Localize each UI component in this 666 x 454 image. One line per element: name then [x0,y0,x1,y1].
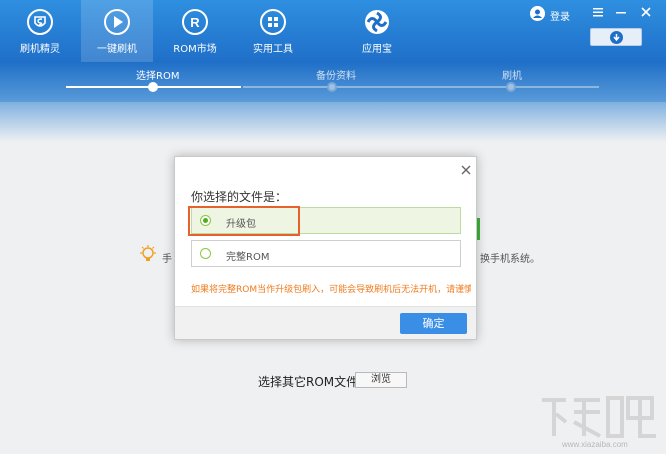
nav-label: 应用宝 [362,44,392,55]
highlight-annotation [188,206,300,236]
confirm-button[interactable]: 确定 [400,313,467,334]
step-label-backup: 备份资料 [316,71,356,82]
shield-s-icon [27,9,53,35]
warning-text: 如果将完整ROM当作升级包刷入，可能会导致刷机后无法开机，请谨慎选择 [191,285,471,295]
nav-item-utilities[interactable]: 实用工具 [237,0,309,62]
nav-label: 刷机精灵 [20,44,60,55]
play-icon [104,9,130,35]
file-type-dialog: 你选择的文件是： 升级包 完整ROM 如果将完整ROM当作升级包刷入，可能会导致… [174,156,477,340]
lightbulb-icon [140,245,156,261]
dialog-close-icon[interactable] [460,164,472,176]
step-label-select-rom: 选择ROM [136,71,180,82]
minimize-icon[interactable] [612,3,630,21]
tip-text-left: 手 [162,254,172,265]
dialog-footer: 确定 [175,306,476,339]
close-icon[interactable] [637,3,655,21]
svg-text:R: R [190,15,200,30]
step-dot-current [148,82,158,92]
tip-text-right: 换手机系统。 [480,254,540,265]
app-store-icon [365,10,389,34]
nav-item-one-click-flash[interactable]: 一键刷机 [81,0,153,62]
step-dot [327,82,337,92]
nav-item-app-store[interactable]: 应用宝 [341,0,413,62]
step-label-flash: 刷机 [502,71,522,82]
dialog-title: 你选择的文件是： [191,190,288,204]
select-other-rom-label: 选择其它ROM文件 [258,375,359,389]
nav-label: ROM市场 [173,44,217,55]
nav-item-rom-market[interactable]: R ROM市场 [159,0,231,62]
r-logo-icon: R [182,9,208,35]
grid-icon [260,9,286,35]
option-full-rom[interactable]: 完整ROM [191,240,461,267]
step-dot [506,82,516,92]
step-line [243,86,599,88]
option-label: 完整ROM [226,252,270,263]
login-label: 登录 [550,12,570,23]
menu-icon[interactable] [589,3,607,21]
download-icon [610,31,623,44]
step-progress: 选择ROM 备份资料 刷机 [0,62,666,102]
header-fade [0,102,666,142]
browse-button[interactable]: 浏览 [355,372,407,388]
nav-item-flash-wizard[interactable]: 刷机精灵 [4,0,76,62]
download-button[interactable] [590,28,642,46]
nav-label: 一键刷机 [97,44,137,55]
nav-label: 实用工具 [253,44,293,55]
top-navigation-bar: 刷机精灵 一键刷机 R ROM市场 实用工具 应用宝 登录 [0,0,666,62]
radio-unselected[interactable] [200,248,211,259]
watermark-url: www.xiazaiba.com [562,440,628,449]
user-avatar-icon [530,6,545,21]
